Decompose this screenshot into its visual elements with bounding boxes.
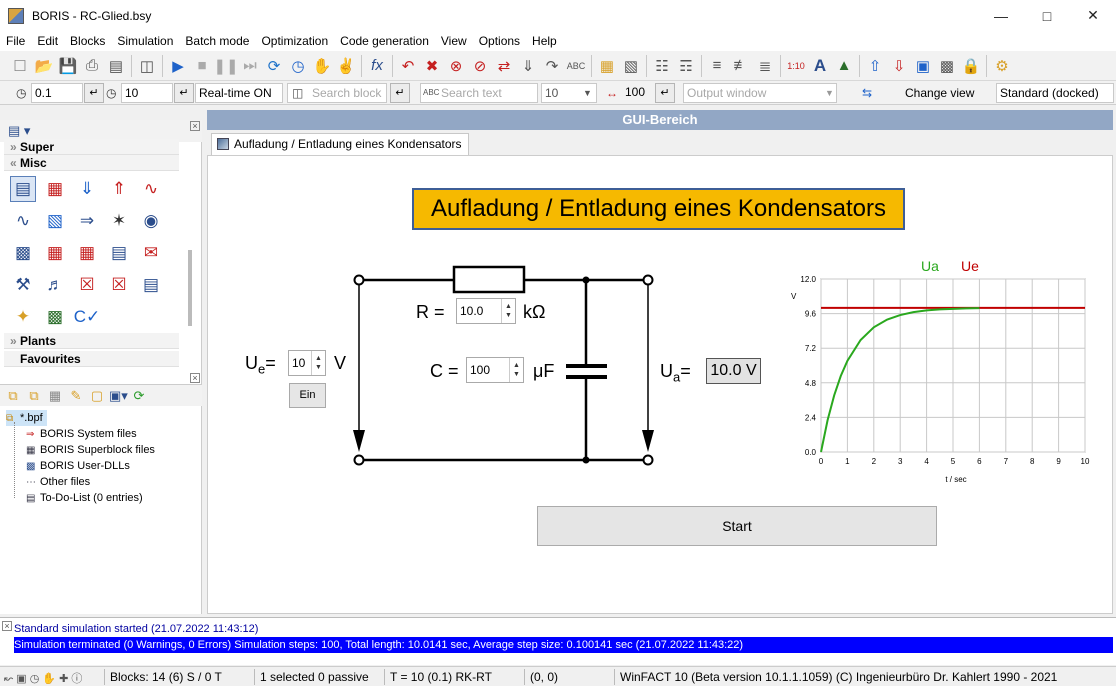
y-tick-label: 0.0 bbox=[805, 448, 817, 457]
spin-up-icon[interactable]: ▲ bbox=[315, 354, 322, 363]
ue-value[interactable]: 10 bbox=[289, 351, 311, 375]
status-selected: 1 selected 0 passive bbox=[260, 670, 369, 684]
ue-spinner[interactable]: 10 ▲ ▼ bbox=[288, 350, 326, 376]
x-tick-label: 7 bbox=[1004, 457, 1009, 466]
c-unit: μF bbox=[533, 361, 555, 381]
x-tick-label: 5 bbox=[951, 457, 956, 466]
x-tick-label: 1 bbox=[845, 457, 850, 466]
x-tick-label: 4 bbox=[924, 457, 929, 466]
spin-down-icon[interactable]: ▼ bbox=[315, 363, 322, 372]
x-tick-label: 8 bbox=[1030, 457, 1035, 466]
status-version: WinFACT 10 (Beta version 10.1.1.1059) (C… bbox=[620, 670, 1058, 684]
close-log-icon[interactable]: × bbox=[2, 621, 12, 631]
x-tick-label: 0 bbox=[819, 457, 824, 466]
x-axis-label: t / sec bbox=[945, 475, 966, 484]
status-icons: ↜ ▣ ◷ ✋ ✚ ⓘ bbox=[4, 673, 83, 685]
ein-button[interactable]: Ein bbox=[289, 383, 326, 408]
status-coords: (0, 0) bbox=[530, 670, 559, 684]
spin-up-icon[interactable]: ▲ bbox=[505, 302, 512, 311]
ue-unit: V bbox=[334, 353, 347, 373]
x-tick-label: 10 bbox=[1081, 457, 1090, 466]
log-line-selected[interactable]: Simulation terminated (0 Warnings, 0 Err… bbox=[14, 637, 1113, 653]
y-tick-label: 12.0 bbox=[800, 275, 816, 284]
x-tick-label: 6 bbox=[977, 457, 982, 466]
status-bar: ↜ ▣ ◷ ✋ ✚ ⓘ Blocks: 14 (6) S / 0 T 1 sel… bbox=[0, 666, 1116, 686]
r-value[interactable]: 10.0 bbox=[457, 299, 501, 323]
c-value[interactable]: 100 bbox=[467, 358, 509, 382]
spin-down-icon[interactable]: ▼ bbox=[513, 370, 520, 379]
y-axis-label: V bbox=[791, 292, 797, 301]
y-tick-label: 7.2 bbox=[805, 344, 817, 353]
status-blocks: Blocks: 14 (6) S / 0 T bbox=[110, 670, 222, 684]
ua-display: 10.0 V bbox=[706, 358, 761, 384]
log-line[interactable]: Standard simulation started (21.07.2022 … bbox=[14, 621, 258, 637]
ua-label: Ua= bbox=[660, 361, 691, 385]
spin-down-icon[interactable]: ▼ bbox=[505, 311, 512, 320]
ue-label: Ue= bbox=[245, 353, 276, 377]
x-tick-label: 3 bbox=[898, 457, 903, 466]
voltage-chart: 0 1 2 3 4 5 6 7 8 9 10 0.0 2.4 4.8 7.2 9.6 12.0 t / sec V bbox=[791, 275, 1090, 484]
status-time: T = 10 (0.1) RK-RT bbox=[390, 670, 492, 684]
r-spinner[interactable]: 10.0 ▲ ▼ bbox=[456, 298, 516, 324]
log-window: × Standard simulation started (21.07.202… bbox=[0, 617, 1116, 665]
c-spinner[interactable]: 100 ▲ ▼ bbox=[466, 357, 524, 383]
y-tick-label: 4.8 bbox=[805, 379, 817, 388]
r-unit: kΩ bbox=[523, 302, 546, 322]
spin-up-icon[interactable]: ▲ bbox=[513, 361, 520, 370]
y-tick-label: 2.4 bbox=[805, 413, 817, 422]
r-label: R = bbox=[416, 302, 445, 322]
start-button[interactable]: Start bbox=[537, 506, 937, 546]
y-tick-label: 9.6 bbox=[805, 310, 817, 319]
x-tick-label: 9 bbox=[1056, 457, 1061, 466]
c-label: C = bbox=[430, 361, 459, 381]
x-tick-label: 2 bbox=[872, 457, 877, 466]
